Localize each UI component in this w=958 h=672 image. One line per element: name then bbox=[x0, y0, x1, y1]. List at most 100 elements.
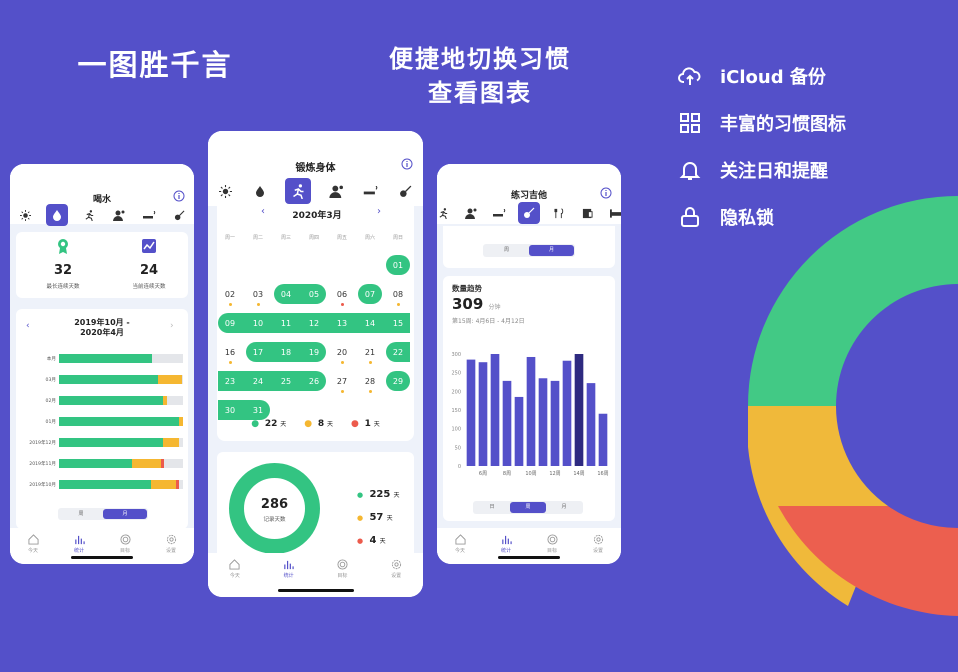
trend-bar[interactable] bbox=[586, 383, 596, 466]
running-icon[interactable] bbox=[80, 206, 98, 224]
segment-month[interactable]: 月 bbox=[546, 502, 582, 513]
calendar-day[interactable]: 17 bbox=[247, 348, 269, 357]
calendar-day[interactable]: 27 bbox=[331, 377, 353, 386]
calendar-day[interactable]: 05 bbox=[303, 290, 325, 299]
calendar-day[interactable]: 16 bbox=[219, 348, 241, 357]
trend-bar[interactable] bbox=[538, 378, 548, 466]
info-icon[interactable] bbox=[173, 190, 185, 202]
tab-settings[interactable]: 设置 bbox=[391, 559, 402, 579]
prev-arrow-icon[interactable]: ‹ bbox=[26, 321, 30, 331]
calendar-day[interactable]: 14 bbox=[359, 319, 381, 328]
calendar-day[interactable]: 09 bbox=[219, 319, 241, 328]
calendar-day[interactable]: 12 bbox=[303, 319, 325, 328]
info-icon[interactable] bbox=[600, 187, 612, 199]
book-icon[interactable] bbox=[578, 204, 596, 222]
dining-icon[interactable] bbox=[550, 204, 568, 222]
segment-month[interactable]: 月 bbox=[529, 245, 574, 256]
calendar-day[interactable]: 15 bbox=[387, 319, 409, 328]
calendar-day[interactable]: 28 bbox=[359, 377, 381, 386]
calendar-day[interactable]: 07 bbox=[359, 290, 381, 299]
calendar-day[interactable]: 04 bbox=[275, 290, 297, 299]
running-icon[interactable] bbox=[285, 178, 312, 204]
person-icon[interactable] bbox=[110, 206, 128, 224]
calendar-day[interactable]: 18 bbox=[275, 348, 297, 357]
trend-bar[interactable] bbox=[526, 356, 536, 466]
guitar-icon[interactable] bbox=[518, 202, 540, 224]
guitar-icon[interactable] bbox=[397, 182, 415, 200]
streak-card: 32 最长连续天数 24 当前连续天数 bbox=[16, 232, 188, 298]
segment-week[interactable]: 周 bbox=[510, 502, 546, 513]
water-drop-icon[interactable] bbox=[251, 182, 269, 200]
calendar-day[interactable]: 06 bbox=[331, 290, 353, 299]
grid-icon bbox=[680, 112, 700, 133]
page-title: 锻炼身体 bbox=[295, 163, 336, 174]
person-icon[interactable] bbox=[328, 182, 346, 200]
calendar-day[interactable]: 11 bbox=[275, 319, 297, 328]
calendar-day[interactable]: 21 bbox=[359, 348, 381, 357]
tab-today[interactable]: 今天 bbox=[27, 534, 39, 554]
calendar-day[interactable]: 25 bbox=[275, 377, 297, 386]
trend-bar[interactable] bbox=[574, 354, 584, 466]
calendar-day[interactable]: 23 bbox=[219, 377, 241, 386]
tab-today[interactable]: 今天 bbox=[229, 559, 240, 579]
bar-segment-yellow bbox=[132, 459, 161, 468]
calendar-day[interactable]: 01 bbox=[387, 261, 409, 270]
trend-bar[interactable] bbox=[550, 380, 560, 466]
smoking-icon[interactable] bbox=[362, 182, 380, 200]
calendar-day[interactable]: 24 bbox=[247, 377, 269, 386]
calendar-day[interactable]: 30 bbox=[219, 406, 241, 415]
segment-day[interactable]: 日 bbox=[474, 502, 510, 513]
calendar-day[interactable]: 26 bbox=[303, 377, 325, 386]
range-title-line2: 2020年4月 bbox=[80, 328, 124, 337]
guitar-icon[interactable] bbox=[170, 206, 188, 224]
weekday-label: 周四 bbox=[308, 235, 319, 241]
tab-stats[interactable]: 统计 bbox=[74, 534, 85, 554]
calendar-day[interactable]: 29 bbox=[387, 377, 409, 386]
prev-month-arrow[interactable]: ‹ bbox=[261, 206, 265, 217]
tab-settings[interactable]: 设置 bbox=[166, 534, 177, 554]
calendar-day[interactable]: 31 bbox=[247, 406, 269, 415]
calendar-day[interactable]: 13 bbox=[331, 319, 353, 328]
period-segment[interactable]: 周 月 bbox=[58, 508, 148, 520]
segment-week[interactable]: 周 bbox=[59, 509, 103, 519]
calendar-day[interactable]: 20 bbox=[331, 348, 353, 357]
tab-settings[interactable]: 设置 bbox=[593, 534, 604, 554]
gear-icon bbox=[593, 534, 603, 545]
tab-goals[interactable]: 目标 bbox=[119, 534, 131, 554]
calendar-day[interactable]: 22 bbox=[387, 348, 409, 357]
calendar-day[interactable]: 10 bbox=[247, 319, 269, 328]
next-arrow-icon[interactable]: › bbox=[170, 321, 174, 331]
next-month-arrow[interactable]: › bbox=[377, 206, 381, 217]
trend-bar[interactable] bbox=[514, 396, 524, 466]
range-segment[interactable]: 日 周 月 bbox=[473, 501, 583, 514]
sun-icon[interactable] bbox=[216, 182, 234, 200]
tab-goals[interactable]: 目标 bbox=[546, 534, 558, 554]
smoking-icon[interactable] bbox=[490, 204, 508, 222]
trend-bar[interactable] bbox=[490, 354, 500, 466]
water-drop-icon[interactable] bbox=[46, 204, 68, 226]
trend-bar[interactable] bbox=[598, 413, 608, 466]
tab-stats[interactable]: 统计 bbox=[283, 559, 294, 579]
tab-today[interactable]: 今天 bbox=[454, 534, 466, 554]
donut-segment-green bbox=[748, 196, 958, 406]
bed-icon[interactable] bbox=[606, 204, 621, 222]
running-icon[interactable] bbox=[437, 204, 452, 222]
period-segment[interactable]: 周 月 bbox=[483, 244, 575, 257]
segment-month[interactable]: 月 bbox=[103, 509, 147, 519]
trend-bar[interactable] bbox=[562, 360, 572, 466]
tab-goals[interactable]: 目标 bbox=[337, 559, 348, 579]
trend-bar[interactable] bbox=[502, 380, 512, 466]
segment-week[interactable]: 周 bbox=[484, 245, 529, 256]
calendar-day[interactable]: 02 bbox=[219, 290, 241, 299]
sun-icon[interactable] bbox=[16, 206, 34, 224]
person-icon[interactable] bbox=[462, 204, 480, 222]
calendar-day[interactable]: 03 bbox=[247, 290, 269, 299]
trend-bar[interactable] bbox=[466, 359, 476, 466]
info-icon[interactable] bbox=[401, 158, 413, 170]
smoking-icon[interactable] bbox=[140, 206, 158, 224]
decorative-donut bbox=[748, 196, 958, 616]
trend-bar[interactable] bbox=[478, 362, 488, 466]
tab-stats[interactable]: 统计 bbox=[501, 534, 512, 554]
calendar-day[interactable]: 19 bbox=[303, 348, 325, 357]
calendar-day[interactable]: 08 bbox=[387, 290, 409, 299]
